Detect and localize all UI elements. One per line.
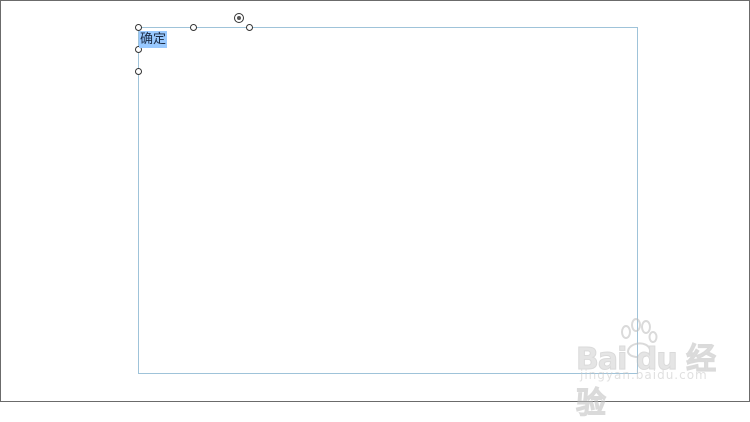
resize-handle-top-middle[interactable] <box>190 24 197 31</box>
resize-handle-top-left[interactable] <box>135 24 142 31</box>
baidu-jingyan-watermark: Bai du 经验 jingyan.baidu.com <box>572 318 732 422</box>
form-surface[interactable] <box>138 27 638 374</box>
confirm-button[interactable]: 确定 <box>139 31 168 48</box>
resize-handle-bottom-left[interactable] <box>135 68 142 75</box>
resize-handle-top-right[interactable] <box>246 24 253 31</box>
rotate-handle-icon[interactable] <box>234 13 244 23</box>
watermark-url-text: jingyan.baidu.com <box>580 368 708 382</box>
